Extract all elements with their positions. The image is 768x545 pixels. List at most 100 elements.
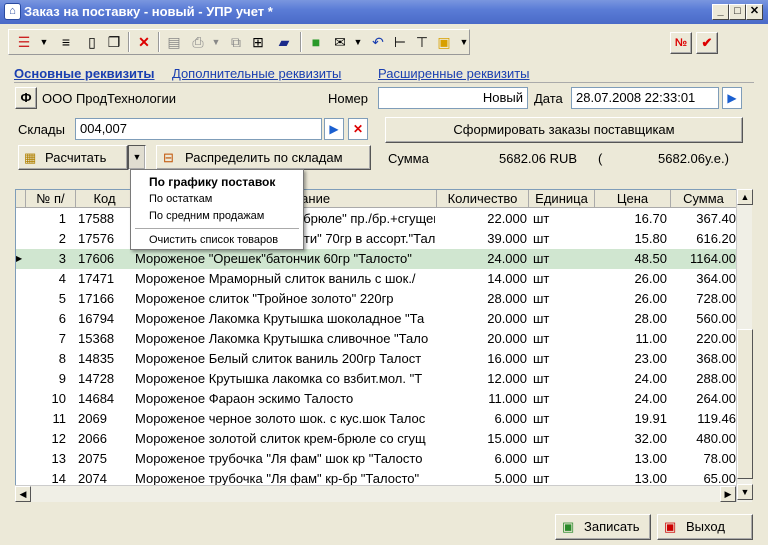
tab-extended[interactable]: Расширенные реквизиты: [378, 66, 530, 81]
properties-icon[interactable]: ⊞: [248, 32, 268, 52]
table-cell-sum[interactable]: 480.00: [671, 429, 736, 449]
maximize-button[interactable]: □: [729, 4, 746, 20]
table-row[interactable]: 12 2066 Мороженое золотой слиток крем-брюл…: [16, 429, 736, 449]
table-cell-n[interactable]: 5: [26, 289, 66, 309]
table-cell-n[interactable]: 1: [26, 209, 66, 229]
table-cell-sum[interactable]: 288.00: [671, 369, 736, 389]
table-cell-sum[interactable]: 616.20: [671, 229, 736, 249]
table-cell-qty[interactable]: 14.000: [437, 269, 527, 289]
table-cell-qty[interactable]: 28.000: [437, 289, 527, 309]
table-row[interactable]: 11 2069 Мороженое черное золото шок. с кус…: [16, 409, 737, 429]
table-cell-qty[interactable]: 6.000: [437, 449, 527, 469]
table-cell-code[interactable]: 15368: [78, 329, 134, 349]
column-header-unit[interactable]: Единица: [529, 190, 595, 208]
dropdown-arrow-icon[interactable]: ▼: [454, 32, 474, 52]
table-cell-price[interactable]: 48.50: [595, 249, 667, 269]
table-cell-sum[interactable]: 560.00: [671, 309, 736, 329]
table-cell-name[interactable]: Мороженое золотой слиток крем-брюле со с…: [135, 429, 435, 449]
table-cell-n[interactable]: 9: [26, 369, 66, 389]
table-cell-sum[interactable]: 364.00: [671, 269, 736, 289]
table-cell-unit[interactable]: шт: [533, 389, 593, 409]
table-cell-code[interactable]: 2075: [78, 449, 134, 469]
table-cell-unit[interactable]: шт: [533, 329, 593, 349]
table-cell-name[interactable]: Мороженое Белый слиток ваниль 200гр Тало…: [135, 349, 435, 369]
table-cell-price[interactable]: 28.00: [595, 309, 667, 329]
table-cell-name[interactable]: Мороженое Крутышка лакомка со взбит.мол.…: [135, 369, 435, 389]
close-button[interactable]: ✕: [746, 4, 763, 20]
table-cell-qty[interactable]: 24.000: [437, 249, 527, 269]
table-cell-price[interactable]: 26.00: [595, 269, 667, 289]
table-cell-sum[interactable]: 264.00: [671, 389, 736, 409]
table-cell-sum[interactable]: 368.00: [671, 349, 736, 369]
menu-item-by-schedule[interactable]: По графику поставок: [149, 175, 275, 189]
table-cell-price[interactable]: 24.00: [595, 369, 667, 389]
table-row[interactable]: 7 15368 Мороженое Лакомка Крутышка сливочн…: [16, 329, 736, 349]
menu-item-by-stock[interactable]: По остаткам: [149, 193, 212, 205]
table-cell-n[interactable]: 8: [26, 349, 66, 369]
table-row[interactable]: 117588Мороженое Лакомка "Крем-брюле" пр.…: [16, 209, 736, 229]
table-cell-n[interactable]: 6: [26, 309, 66, 329]
table-cell-sum[interactable]: 78.00: [671, 449, 736, 469]
dropdown-arrow-icon[interactable]: ▼: [206, 32, 226, 52]
table-cell-qty[interactable]: 16.000: [437, 349, 527, 369]
table-cell-n[interactable]: 3: [26, 249, 66, 269]
column-header-quantity[interactable]: Количество: [437, 190, 529, 208]
table-cell-n[interactable]: 11: [26, 409, 67, 429]
warehouses-field[interactable]: 004,007: [75, 118, 322, 140]
table-cell-sum[interactable]: 1164.00: [671, 249, 736, 269]
minimize-button[interactable]: _: [712, 4, 729, 20]
warehouses-clear-icon[interactable]: ✕: [348, 118, 368, 140]
column-header-price[interactable]: Цена: [595, 190, 671, 208]
table-row[interactable]: 217576Мороженое Лакомка "Ассорти" 70гр в…: [16, 229, 736, 249]
column-header-code[interactable]: Код: [76, 190, 134, 208]
table-cell-unit[interactable]: шт: [533, 309, 593, 329]
table-cell-qty[interactable]: 12.000: [437, 369, 527, 389]
document-icon[interactable]: ▤: [164, 32, 184, 52]
table-row[interactable]: ▶ 3 17606 Мороженое "Орешек"батончик 60гр "…: [16, 249, 736, 269]
table-cell-code[interactable]: 16794: [78, 309, 134, 329]
menu-item-clear-list[interactable]: Очистить список товаров: [149, 234, 278, 246]
table-cell-price[interactable]: 11.00: [595, 329, 667, 349]
calculate-dropdown-icon[interactable]: ▼: [128, 145, 146, 170]
check-button[interactable]: ✔: [696, 32, 718, 54]
table-cell-name[interactable]: Мороженое "Орешек"батончик 60гр "Талосто…: [135, 249, 435, 269]
scroll-up-icon[interactable]: ▲: [737, 189, 753, 205]
table-cell-qty[interactable]: 15.000: [437, 429, 527, 449]
menu-item-by-avg-sales[interactable]: По средним продажам: [149, 210, 264, 222]
vertical-scrollbar[interactable]: ▲ ▼: [736, 189, 753, 502]
table-cell-qty[interactable]: 20.000: [437, 309, 527, 329]
table-cell-name[interactable]: Мороженое Мраморный слиток ваниль с шок.…: [135, 269, 435, 289]
column-header-number[interactable]: № п/: [26, 190, 76, 208]
table-cell-price[interactable]: 26.00: [595, 289, 667, 309]
table-row[interactable]: 4 17471 Мороженое Мраморный слиток ваниль …: [16, 269, 736, 289]
hierarchy-icon[interactable]: ⊤: [412, 32, 432, 52]
table-cell-n[interactable]: 10: [26, 389, 66, 409]
table-row[interactable]: 9 14728 Мороженое Крутышка лакомка со взби…: [16, 369, 736, 389]
table-cell-sum[interactable]: 728.00: [671, 289, 736, 309]
warehouses-select-icon[interactable]: ▶: [324, 118, 344, 140]
table-cell-price[interactable]: 13.00: [595, 449, 667, 469]
tree-icon[interactable]: ⊢: [390, 32, 410, 52]
table-cell-price[interactable]: 16.70: [595, 209, 667, 229]
table-cell-name[interactable]: Мороженое Фараон эскимо Талосто: [135, 389, 435, 409]
table-row[interactable]: 5 17166 Мороженое слиток "Тройное золото" …: [16, 289, 736, 309]
scroll-left-icon[interactable]: ◀: [15, 486, 31, 502]
table-cell-name[interactable]: Мороженое слиток "Тройное золото" 220гр: [135, 289, 435, 309]
table-cell-unit[interactable]: шт: [533, 409, 593, 429]
structure-icon[interactable]: ⧉: [226, 32, 246, 52]
undo-icon[interactable]: ↶: [368, 32, 388, 52]
scroll-right-icon[interactable]: ▶: [720, 486, 736, 502]
table-cell-code[interactable]: 17606: [78, 249, 134, 269]
table-cell-qty[interactable]: 20.000: [437, 329, 527, 349]
table-cell-sum[interactable]: 119.46: [671, 409, 736, 429]
table-cell-qty[interactable]: 6.000: [437, 409, 527, 429]
table-cell-unit[interactable]: шт: [533, 289, 593, 309]
table-cell-unit[interactable]: шт: [533, 369, 593, 389]
table-cell-code[interactable]: 2066: [78, 429, 134, 449]
form-orders-button[interactable]: Сформировать заказы поставщикам: [385, 117, 743, 143]
table-cell-code[interactable]: 14835: [78, 349, 134, 369]
print-icon[interactable]: ⎙: [188, 32, 208, 52]
dropdown-arrow-icon[interactable]: ▼: [34, 32, 54, 52]
table-cell-n[interactable]: 4: [26, 269, 66, 289]
table-cell-qty[interactable]: 39.000: [437, 229, 527, 249]
